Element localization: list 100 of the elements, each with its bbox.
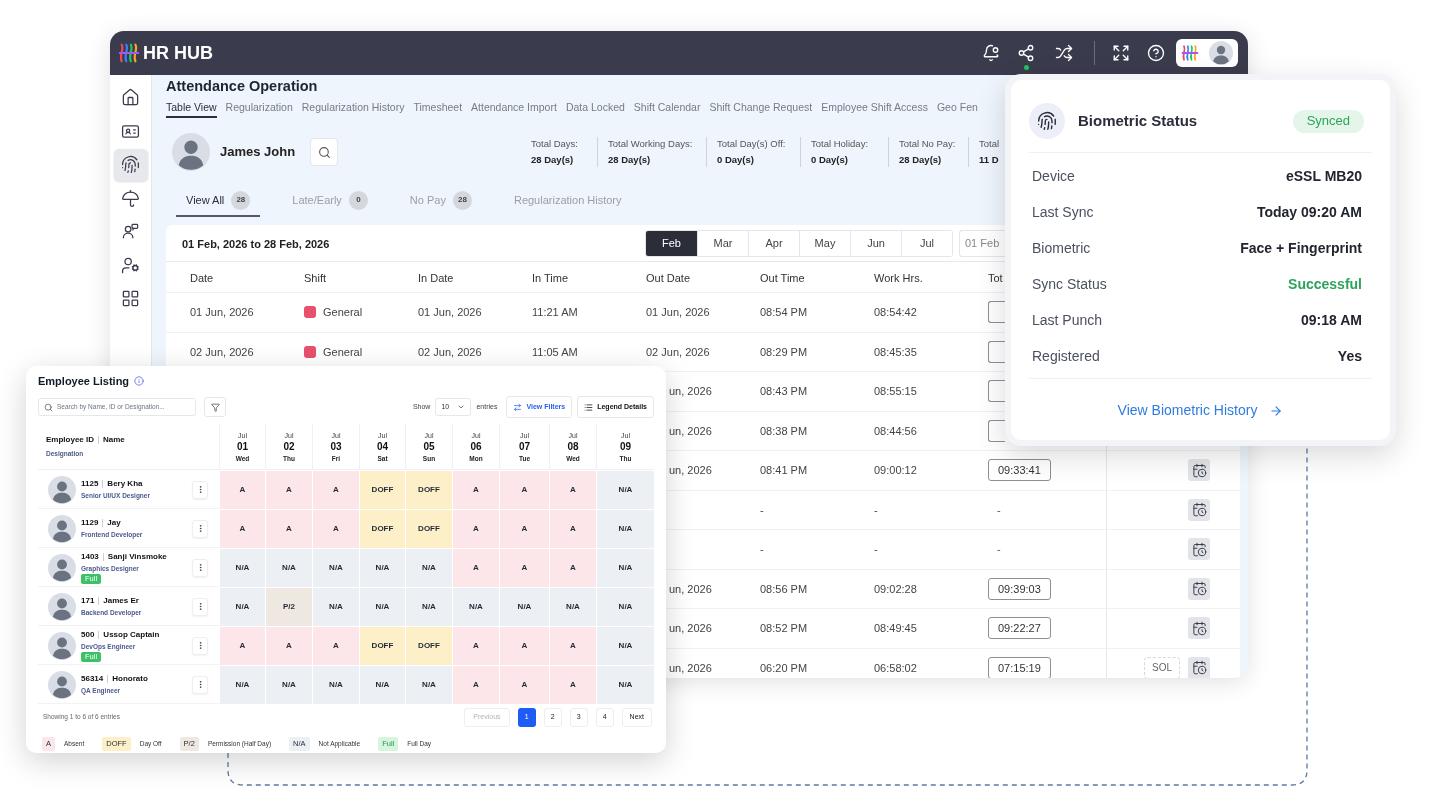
stat-value: 28 Day(s): [608, 153, 652, 167]
table-cell: un, 2026: [669, 582, 712, 595]
day-number: 09: [619, 439, 632, 454]
page-title: Attendance Operation: [166, 77, 318, 97]
stat-label: Total: [979, 136, 1001, 151]
attendance-cell: DOFF: [359, 471, 405, 509]
swap-arrows-icon: [513, 402, 523, 412]
attendance-cell: A: [549, 666, 596, 704]
user-gear-icon: [121, 255, 140, 275]
count-badge: 28: [231, 190, 251, 210]
attendance-cell: N/A: [219, 588, 265, 626]
bell-icon[interactable]: [982, 44, 1000, 62]
attendance-cell: A: [499, 510, 549, 548]
day-number: 01: [236, 439, 249, 454]
attendance-cell: A: [265, 627, 312, 665]
expand-icon[interactable]: [1112, 44, 1130, 62]
detail-label: Last Punch: [1032, 310, 1103, 330]
calendar-clock-icon: [1191, 462, 1207, 478]
column-header: In Date: [418, 272, 454, 284]
day-number: 04: [376, 439, 389, 454]
attendance-cell: A: [499, 627, 549, 665]
attendance-cell: N/A: [405, 588, 452, 626]
sidebar-button[interactable]: [113, 148, 148, 181]
employee-name: Honorato: [112, 673, 148, 686]
count-badge: 28: [452, 190, 472, 210]
card-title: Employee Listing: [38, 373, 130, 389]
table-cell: 02 Jun, 2026: [418, 345, 482, 358]
arrow-right-icon: [1269, 403, 1284, 418]
employee-name: James John: [220, 143, 297, 162]
nav-tab[interactable]: Shift Change Request: [709, 99, 813, 118]
stat-value: 0 Day(s): [717, 153, 755, 167]
table-cell: 09:00:12: [874, 464, 917, 476]
search-button[interactable]: [310, 138, 338, 166]
attendance-cell: A: [499, 549, 549, 587]
attendance-cell: DOFF: [405, 510, 452, 548]
filter-tab[interactable]: Late/Early 0: [282, 185, 378, 217]
person-silhouette-icon: [48, 553, 76, 582]
attendance-cell: N/A: [265, 549, 312, 587]
schedule-button[interactable]: [1188, 617, 1210, 640]
attendance-cell: N/A: [359, 549, 405, 587]
column-header: Shift: [304, 272, 326, 284]
day-number: 02: [283, 439, 295, 454]
attendance-cell: A: [452, 471, 499, 509]
table-cell: 01 Jun, 2026: [646, 306, 710, 318]
nav-tab[interactable]: Regularization: [225, 99, 293, 118]
table-cell: 08:52 PM: [760, 622, 808, 634]
table-cell-text: -: [997, 542, 1001, 557]
attendance-cell: A: [265, 471, 312, 509]
schedule-button[interactable]: [1188, 498, 1210, 521]
table-cell: un, 2026: [669, 661, 712, 674]
detail-value: eSSL MB20: [1286, 166, 1362, 186]
brand-name: HR HUB: [143, 41, 213, 65]
nav-tab[interactable]: Regularization History: [301, 99, 405, 118]
view-history-link[interactable]: View Biometric History: [1117, 400, 1284, 421]
help-icon[interactable]: [1147, 44, 1165, 62]
nav-tab[interactable]: Data Locked: [565, 99, 625, 118]
nav-tab[interactable]: Table View: [166, 99, 217, 118]
month-button[interactable]: Feb: [646, 230, 697, 256]
nav-tab[interactable]: Shift Calendar: [633, 99, 701, 118]
schedule-button[interactable]: [1188, 656, 1210, 678]
stat-value: 11 D: [979, 153, 1000, 167]
schedule-button[interactable]: [1188, 538, 1210, 561]
month-button[interactable]: Jul: [901, 230, 952, 256]
share-nodes-icon[interactable]: [1017, 44, 1035, 62]
attendance-cell: N/A: [359, 588, 405, 626]
day-number: 06: [470, 439, 482, 454]
table-cell: 11:05 AM: [532, 345, 578, 358]
shuffle-icon[interactable]: [1055, 44, 1073, 62]
table-cell: 01 Jun, 2026: [190, 306, 254, 318]
filter-tab[interactable]: No Pay 28: [399, 185, 482, 217]
employee-name: Sanji Vinsmoke: [107, 550, 167, 563]
schedule-button[interactable]: [1188, 459, 1210, 482]
nav-tab[interactable]: Geo Fen: [936, 99, 978, 118]
profile-button[interactable]: [1176, 39, 1238, 67]
table-cell: 08:43 PM: [760, 385, 808, 397]
detail-value: Yes: [1337, 346, 1362, 366]
schedule-button[interactable]: [1188, 577, 1210, 600]
stat-label: Total Day(s) Off:: [717, 136, 787, 151]
date-range: 01 Feb, 2026 to 28 Feb, 2026: [182, 238, 330, 250]
card-title: Biometric Status: [1078, 110, 1198, 131]
filter-tab[interactable]: View All 28: [176, 185, 261, 217]
person-silhouette-icon: [48, 514, 76, 543]
employee-id: 1129: [81, 517, 99, 530]
table-cell: 08:55:15: [874, 385, 917, 397]
nav-tab[interactable]: Attendance Import: [471, 99, 557, 118]
day-number: 08: [567, 439, 579, 454]
detail-label: Registered: [1032, 346, 1100, 366]
table-cell: 08:38 PM: [760, 424, 808, 437]
home-icon: [121, 88, 140, 108]
attendance-cell: N/A: [312, 588, 359, 626]
attendance-cell: A: [499, 666, 549, 704]
nav-tab[interactable]: Timesheet: [413, 99, 463, 118]
duration-pill: 09:22:27: [988, 617, 1051, 640]
attendance-cell: N/A: [549, 588, 596, 626]
filter-button[interactable]: [204, 397, 226, 417]
person-silhouette-icon: [48, 631, 76, 660]
day-number: 05: [423, 439, 435, 454]
detail-label: Biometric: [1032, 238, 1091, 258]
detail-value: Today 09:20 AM: [1256, 202, 1362, 222]
nav-tab[interactable]: Employee Shift Access: [821, 99, 928, 118]
